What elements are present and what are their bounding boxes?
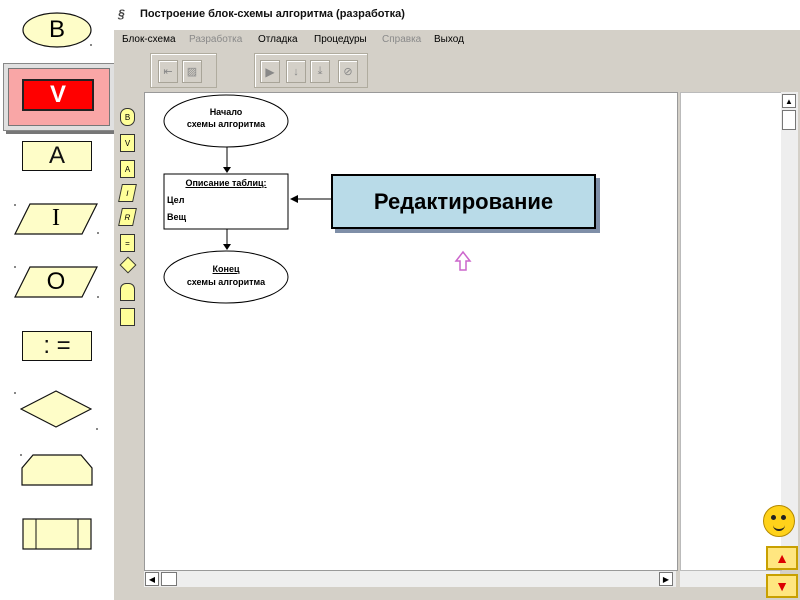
triangle-down-icon: ▼ <box>775 578 789 594</box>
description-block[interactable]: Описание таблиц: Цел Вещ <box>164 174 288 229</box>
flowchart-connectors <box>163 94 472 304</box>
start-line2: схемы алгоритма <box>186 119 266 129</box>
arrow-head <box>290 195 298 203</box>
end-terminal[interactable]: Конец схемы алгоритма <box>164 263 288 289</box>
nav-down-button[interactable]: ▼ <box>766 574 798 598</box>
description-title: Описание таблиц: <box>185 178 267 188</box>
description-item-int: Цел <box>167 195 185 205</box>
arrow-head <box>223 244 231 250</box>
description-item-real: Вещ <box>167 212 187 222</box>
nav-up-button[interactable]: ▲ <box>766 546 798 570</box>
start-line1: Начало <box>209 107 243 117</box>
smiley-icon <box>763 505 795 537</box>
cursor-arrow-icon <box>454 250 472 271</box>
triangle-up-icon: ▲ <box>775 550 789 566</box>
arrow-head <box>223 167 231 173</box>
end-line2: схемы алгоритма <box>186 277 266 287</box>
editing-callout: Редактирование <box>331 174 596 229</box>
start-terminal[interactable]: Начало схемы алгоритма <box>164 106 288 130</box>
end-line1: Конец <box>212 264 240 274</box>
